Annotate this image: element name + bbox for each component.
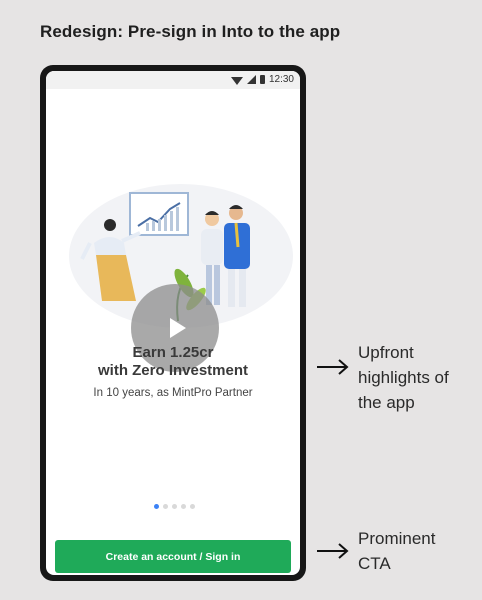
annotation-cta: Prominent CTA — [316, 526, 435, 576]
slide-headline-line2: with Zero Investment — [97, 362, 249, 379]
annotation-line: the app — [358, 393, 415, 412]
carousel-dot[interactable] — [190, 504, 195, 509]
status-bar: 12:30 — [46, 71, 300, 89]
carousel-dots[interactable] — [154, 504, 195, 509]
carousel-dot[interactable] — [154, 504, 159, 509]
wifi-icon — [230, 76, 243, 85]
slide-subtext: In 10 years, as MintPro Partner — [93, 387, 253, 399]
annotation-highlights: Upfront highlights of the app — [316, 340, 449, 415]
annotation-line: Upfront — [358, 343, 414, 362]
page-title: Redesign: Pre-sign in Into to the app — [40, 22, 341, 41]
status-time: 12:30 — [268, 74, 294, 85]
battery-icon — [259, 75, 265, 84]
play-icon — [169, 318, 186, 338]
phone-frame: 12:30 Earn 1.25cr with Zero Investment I… — [40, 65, 306, 581]
carousel-dot[interactable] — [181, 504, 186, 509]
carousel-dot[interactable] — [172, 504, 177, 509]
annotation-line: Prominent — [358, 529, 436, 548]
carousel-dot[interactable] — [163, 504, 168, 509]
create-account-button[interactable]: Create an account / Sign in — [55, 540, 291, 573]
phone-screen: 12:30 Earn 1.25cr with Zero Investment I… — [46, 71, 300, 575]
annotation-line: CTA — [358, 554, 391, 573]
annotation-line: highlights of — [358, 368, 449, 387]
arrow-right-icon — [317, 359, 349, 375]
arrow-right-icon — [317, 543, 349, 559]
slide-headline-line1: Earn 1.25cr — [132, 344, 214, 361]
signal-icon — [246, 75, 256, 84]
